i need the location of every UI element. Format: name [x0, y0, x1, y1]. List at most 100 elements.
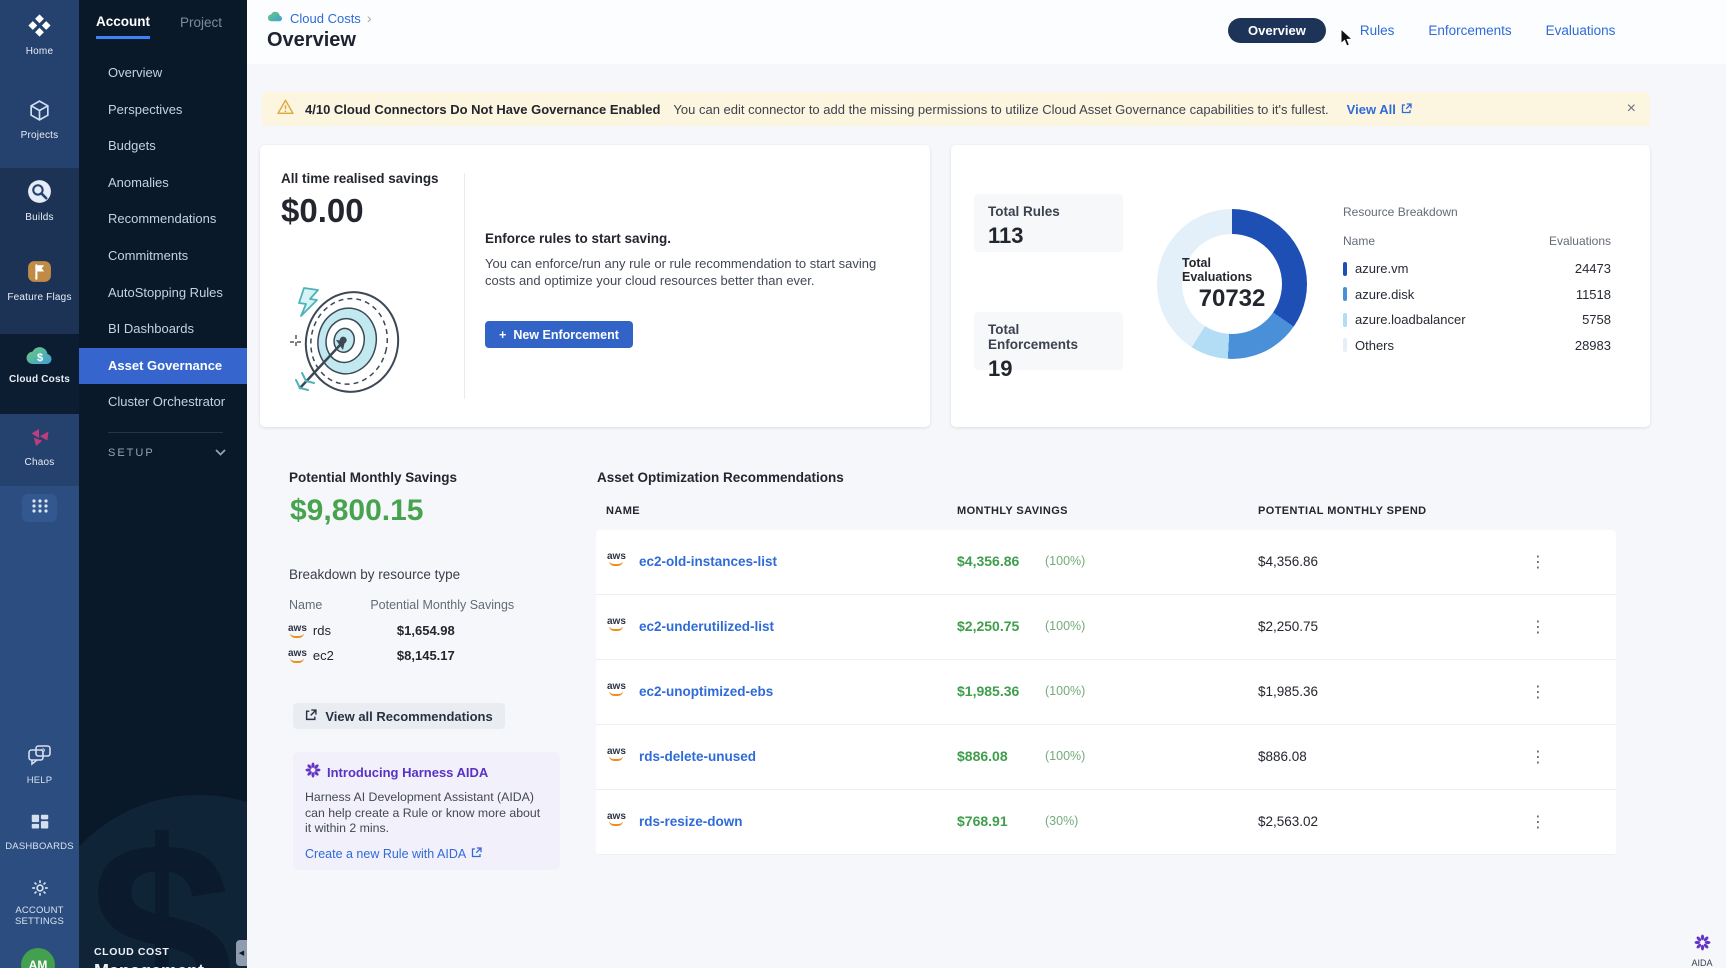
account-settings-button[interactable]: ACCOUNT SETTINGS	[0, 878, 79, 927]
create-rule-with-aida-link[interactable]: Create a new Rule with AIDA	[305, 847, 548, 861]
apps-grid-button[interactable]	[22, 494, 57, 522]
tab-evaluations[interactable]: Evaluations	[1546, 23, 1616, 38]
plus-icon: +	[499, 328, 506, 342]
sidebar-item-bi-dashboards[interactable]: BI Dashboards	[79, 311, 247, 348]
aws-logo-icon: aws	[288, 649, 307, 663]
divider	[108, 432, 223, 433]
aws-logo-icon: aws	[607, 552, 626, 566]
sidebar-item-anomalies[interactable]: Anomalies	[79, 165, 247, 202]
breadcrumb-cloud-costs-link[interactable]: Cloud Costs	[290, 11, 361, 26]
page-header: Cloud Costs › Overview Overview Rules En…	[247, 0, 1726, 64]
close-icon[interactable]: ×	[1627, 101, 1636, 117]
all-time-savings-card: All time realised savings $0.00	[260, 145, 930, 427]
tab-rules[interactable]: Rules	[1360, 23, 1395, 38]
row-menu-kebab-icon[interactable]: ⋮	[1524, 680, 1552, 704]
sidebar-item-projects[interactable]: Projects	[0, 98, 79, 141]
cloud-costs-sidebar: Account Project Overview Perspectives Bu…	[79, 0, 247, 968]
resource-type-rows: aws rds $1,654.98 aws ec2 $8,145.17	[288, 618, 588, 668]
aida-fab-button[interactable]: AIDA	[1684, 934, 1720, 968]
monthly-savings-value: $4,356.86	[957, 553, 1019, 569]
chaos-icon	[27, 424, 53, 453]
evaluations-donut: Total Evaluations 70732	[1157, 209, 1307, 359]
monthly-savings-value: $2,250.75	[957, 618, 1019, 634]
divider	[464, 173, 465, 399]
cloud-costs-icon	[267, 10, 284, 26]
row-menu-kebab-icon[interactable]: ⋮	[1524, 615, 1552, 639]
aws-logo-icon: aws	[288, 624, 307, 638]
tab-project[interactable]: Project	[180, 14, 222, 39]
rail-label: Home	[26, 46, 53, 57]
resource-name: ec2	[313, 648, 377, 663]
legend-name: azure.disk	[1355, 287, 1414, 302]
aida-promo-panel: Introducing Harness AIDA Harness AI Deve…	[293, 752, 560, 870]
help-chat-icon: ?	[27, 744, 53, 771]
rail-label: Projects	[21, 130, 59, 141]
aida-title: Introducing Harness AIDA	[327, 765, 488, 780]
savings-percent: (100%)	[1045, 554, 1085, 568]
recommendations-title: Asset Optimization Recommendations	[597, 470, 844, 485]
tab-overview[interactable]: Overview	[1228, 18, 1326, 43]
help-button[interactable]: ? HELP	[0, 744, 79, 786]
sidebar-item-autostopping-rules[interactable]: AutoStopping Rules	[79, 275, 247, 312]
legend-color	[1343, 313, 1347, 327]
sidebar-item-chaos[interactable]: Chaos	[0, 424, 79, 468]
legend-header: Name Evaluations	[1343, 234, 1611, 248]
monthly-savings-value: $886.08	[957, 748, 1008, 764]
table-row: aws rds-resize-down $768.91 (30%) $2,563…	[596, 790, 1616, 855]
potential-spend-value: $886.08	[1258, 749, 1307, 764]
tab-account[interactable]: Account	[96, 14, 150, 39]
row-menu-kebab-icon[interactable]: ⋮	[1524, 810, 1552, 834]
rail-label: DASHBOARDS	[5, 841, 74, 852]
legend-name: Others	[1355, 338, 1394, 353]
aida-sparkle-icon	[1694, 934, 1711, 956]
sidebar-item-feature-flags[interactable]: Feature Flags	[0, 258, 79, 303]
sidebar-item-asset-governance[interactable]: Asset Governance	[79, 348, 247, 385]
sidebar-item-overview[interactable]: Overview	[79, 55, 247, 92]
recommendation-name-link[interactable]: rds-delete-unused	[639, 749, 756, 764]
savings-percent: (100%)	[1045, 684, 1085, 698]
resource-type-header: Name Potential Monthly Savings	[289, 598, 569, 612]
legend-rows: azure.vm 24473 azure.disk 11518 azure.lo…	[1343, 256, 1611, 358]
total-rules-label: Total Rules	[988, 204, 1109, 219]
external-link-icon	[305, 709, 317, 724]
potential-savings-title: Potential Monthly Savings	[289, 470, 457, 485]
sidebar-item-commitments[interactable]: Commitments	[79, 238, 247, 275]
row-menu-kebab-icon[interactable]: ⋮	[1524, 745, 1552, 769]
external-link-icon	[1401, 102, 1412, 117]
row-menu-kebab-icon[interactable]: ⋮	[1524, 550, 1552, 574]
banner-view-all-link[interactable]: View All	[1347, 102, 1412, 117]
legend-color	[1343, 287, 1347, 301]
aida-fab-label: AIDA	[1691, 958, 1712, 968]
apps-grid-icon	[30, 498, 50, 519]
dartboard-illustration	[282, 280, 407, 410]
sidebar-item-cloud-costs[interactable]: $ Cloud Costs	[0, 344, 79, 385]
monthly-savings-value: $768.91	[957, 813, 1008, 829]
tab-enforcements[interactable]: Enforcements	[1428, 23, 1511, 38]
sidebar-item-perspectives[interactable]: Perspectives	[79, 92, 247, 129]
new-enforcement-button[interactable]: + New Enforcement	[485, 321, 633, 348]
sidebar-item-builds[interactable]: Builds	[0, 178, 79, 223]
sidebar-item-cluster-orchestrator[interactable]: Cluster Orchestrator	[79, 384, 247, 421]
sidebar-item-recommendations[interactable]: Recommendations	[79, 201, 247, 238]
recommendation-name-link[interactable]: ec2-unoptimized-ebs	[639, 684, 773, 699]
view-all-recommendations-button[interactable]: View all Recommendations	[293, 703, 505, 729]
rail-label: Feature Flags	[7, 292, 71, 303]
builds-search-icon	[26, 178, 53, 208]
aida-header: Introducing Harness AIDA	[305, 762, 548, 783]
collapse-arrow-icon: ◀	[239, 949, 244, 957]
recommendation-name-link[interactable]: rds-resize-down	[639, 814, 743, 829]
setup-toggle[interactable]: SETUP	[108, 447, 226, 459]
module-title: CLOUD COST Management	[94, 946, 204, 968]
recommendation-name-link[interactable]: ec2-old-instances-list	[639, 554, 777, 569]
resource-type-row: aws ec2 $8,145.17	[288, 643, 588, 668]
legend-value: 24473	[1575, 261, 1611, 276]
dashboards-grid-icon	[29, 812, 51, 837]
sidebar-menu: Overview Perspectives Budgets Anomalies …	[79, 55, 247, 421]
sidebar-collapse-button[interactable]: ◀	[236, 940, 247, 966]
recommendation-name-link[interactable]: ec2-underutilized-list	[639, 619, 774, 634]
sidebar-item-budgets[interactable]: Budgets	[79, 128, 247, 165]
legend-value: 11518	[1576, 287, 1611, 302]
recommendations-table: aws ec2-old-instances-list $4,356.86 (10…	[596, 530, 1616, 855]
dashboards-button[interactable]: DASHBOARDS	[0, 812, 79, 852]
sidebar-item-home[interactable]: Home	[0, 12, 79, 57]
